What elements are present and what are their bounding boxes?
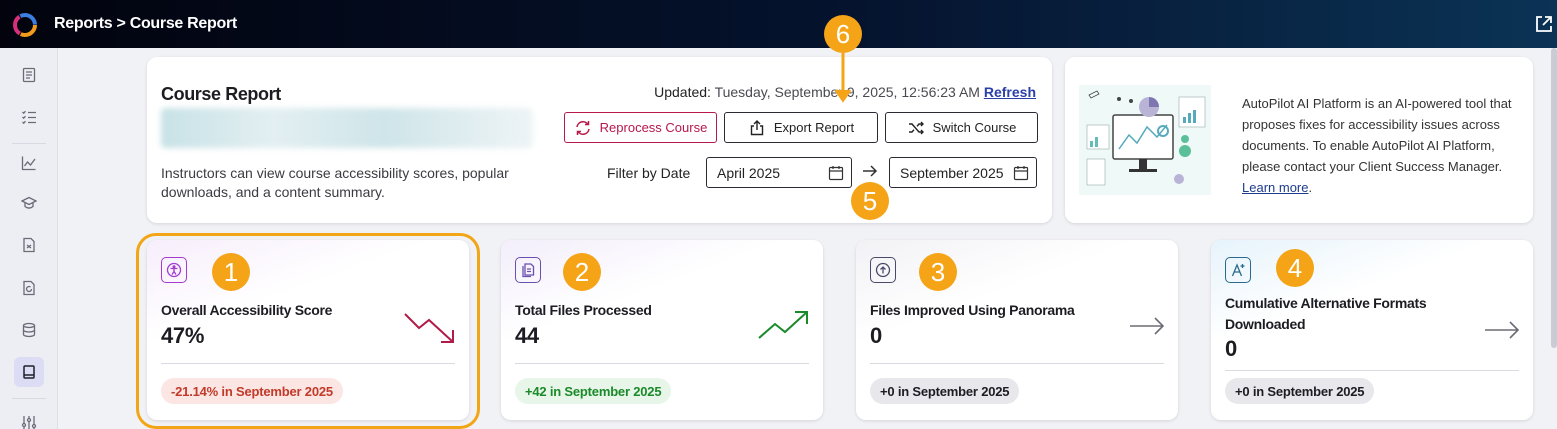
callout-badge-1: 1 bbox=[212, 253, 250, 291]
course-report-card: Course Report Instructors can view cours… bbox=[147, 57, 1052, 223]
date-from-picker[interactable]: April 2025 bbox=[706, 157, 852, 188]
sidebar-item-analytics[interactable] bbox=[14, 148, 44, 178]
sliders-icon bbox=[21, 416, 37, 429]
stat-label: Files Improved Using Panorama bbox=[870, 302, 1075, 318]
arrow-right-icon bbox=[1130, 317, 1165, 335]
stat-label-line-2: Downloaded bbox=[1225, 316, 1306, 332]
stat-change-badge: +0 in September 2025 bbox=[1225, 378, 1375, 404]
sidebar-item-reports[interactable] bbox=[14, 357, 44, 387]
date-to-picker[interactable]: September 2025 bbox=[889, 157, 1037, 188]
sidebar-item-files[interactable] bbox=[14, 230, 44, 260]
sidebar-item-storage[interactable] bbox=[14, 315, 44, 345]
ai-sparkle-icon bbox=[1225, 257, 1251, 283]
autopilot-promo-card: AutoPilot AI Platform is an AI-powered t… bbox=[1065, 57, 1533, 223]
stat-label: Total Files Processed bbox=[515, 302, 652, 318]
sidebar bbox=[0, 48, 58, 429]
sidebar-item-checklist[interactable] bbox=[14, 102, 44, 132]
arrow-right-icon bbox=[1485, 321, 1520, 339]
top-bar: Reports > Course Report bbox=[0, 0, 1557, 48]
callout-highlight-box bbox=[136, 233, 480, 429]
stat-card-files-processed: Total Files Processed 44 +42 in Septembe… bbox=[501, 240, 823, 420]
document-list-icon bbox=[22, 67, 36, 83]
page-title: Reports > Course Report bbox=[54, 15, 237, 32]
refresh-icon bbox=[575, 120, 590, 135]
sidebar-item-courses[interactable] bbox=[14, 188, 44, 218]
switch-course-button[interactable]: Switch Course bbox=[885, 112, 1038, 143]
reprocess-course-button[interactable]: Reprocess Course bbox=[564, 112, 717, 143]
stat-card-files-improved: Files Improved Using Panorama 0 +0 in Se… bbox=[856, 240, 1178, 420]
sidebar-item-conversions[interactable] bbox=[14, 273, 44, 303]
callout-badge-4: 4 bbox=[1276, 249, 1314, 287]
autopilot-description: AutoPilot AI Platform is an AI-powered t… bbox=[1242, 96, 1512, 195]
calendar-icon bbox=[1013, 166, 1029, 181]
file-doc-icon bbox=[23, 237, 35, 253]
stat-card-alternative-formats: Cumulative Alternative Formats Downloade… bbox=[1211, 240, 1533, 420]
brand-logo-icon[interactable] bbox=[12, 12, 38, 38]
callout-badge-5: 5 bbox=[851, 182, 889, 220]
checklist-icon bbox=[22, 110, 36, 125]
export-report-button[interactable]: Export Report bbox=[724, 112, 878, 143]
scrollbar[interactable] bbox=[1551, 48, 1557, 348]
share-upload-icon bbox=[750, 119, 764, 135]
callout-badge-2: 2 bbox=[563, 253, 601, 291]
callout-arrow-icon bbox=[834, 52, 852, 103]
database-icon bbox=[22, 322, 36, 338]
refresh-link[interactable]: Refresh bbox=[984, 84, 1036, 100]
sidebar-item-documents[interactable] bbox=[14, 60, 44, 90]
file-refresh-icon bbox=[23, 280, 35, 296]
arrow-right-icon bbox=[863, 165, 878, 177]
report-description: Instructors can view course accessibilit… bbox=[161, 165, 509, 200]
trend-up-icon bbox=[758, 311, 808, 339]
external-link-icon[interactable] bbox=[1534, 14, 1554, 34]
stat-change-badge: +42 in September 2025 bbox=[515, 378, 672, 404]
graduation-cap-icon bbox=[21, 196, 37, 209]
sidebar-item-settings[interactable] bbox=[14, 408, 44, 429]
callout-badge-3: 3 bbox=[919, 253, 957, 291]
callout-badge-6: 6 bbox=[824, 15, 862, 53]
blurred-course-name bbox=[161, 108, 533, 148]
stat-value: 44 bbox=[515, 323, 539, 348]
learn-more-link[interactable]: Learn more bbox=[1242, 180, 1308, 195]
ai-illustration bbox=[1079, 85, 1211, 195]
line-chart-icon bbox=[21, 156, 36, 171]
book-icon bbox=[23, 365, 35, 379]
upload-circle-icon bbox=[870, 257, 896, 283]
stat-value: 0 bbox=[1225, 336, 1237, 361]
report-title: Course Report bbox=[161, 84, 281, 104]
files-icon bbox=[515, 257, 541, 283]
calendar-icon bbox=[828, 166, 844, 181]
filter-by-date-label: Filter by Date bbox=[607, 165, 691, 181]
stat-label-line-1: Cumulative Alternative Formats bbox=[1225, 295, 1427, 311]
shuffle-icon bbox=[908, 121, 924, 134]
stat-value: 0 bbox=[870, 323, 882, 348]
stat-change-badge: +0 in September 2025 bbox=[870, 378, 1020, 404]
